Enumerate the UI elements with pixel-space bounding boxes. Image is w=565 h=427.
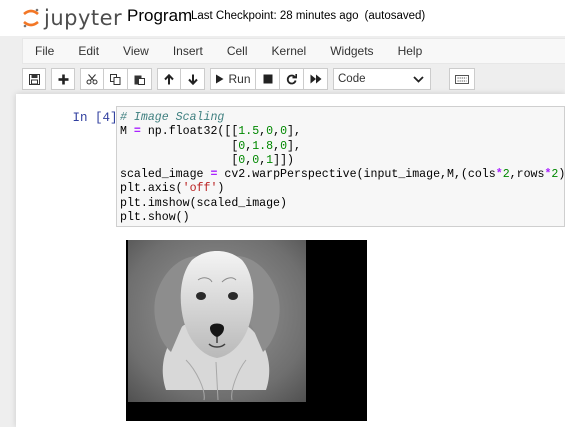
code-token: 2: [502, 168, 510, 182]
code-token: plt.imshow(scaled_image): [120, 196, 287, 210]
code-token: 0: [280, 139, 288, 153]
menu-edit[interactable]: Edit: [66, 38, 111, 64]
menu-help[interactable]: Help: [386, 38, 435, 64]
restart-button[interactable]: [280, 68, 304, 90]
code-line: plt.imshow(scaled_image): [120, 197, 564, 211]
header: jupyter Program Last Checkpoint: 28 minu…: [0, 0, 565, 36]
chevron-down-icon: [413, 75, 424, 83]
move-up-button[interactable]: [157, 68, 181, 90]
menu-insert[interactable]: Insert: [161, 38, 215, 64]
menu-widgets[interactable]: Widgets: [318, 38, 385, 64]
code-token: ],: [287, 125, 301, 139]
code-token: plt.axis(: [120, 182, 183, 196]
code-token: ],: [287, 139, 301, 153]
menu-kernel[interactable]: Kernel: [260, 38, 319, 64]
code-token: ,rows: [509, 168, 545, 182]
stop-icon: [263, 74, 272, 84]
code-token: 1.5: [238, 125, 260, 139]
jupyter-logo-icon: [22, 7, 40, 29]
code-line: plt.show(): [120, 211, 564, 225]
code-token: ): [217, 182, 225, 196]
checkpoint-status: Last Checkpoint: 28 minutes ago (autosave…: [191, 10, 425, 22]
code-token: =: [133, 125, 141, 139]
code-line: plt.axis('off'): [120, 182, 564, 196]
code-line: [0,0,1]]): [120, 154, 564, 168]
code-token: # Image Scaling: [120, 111, 225, 124]
menu-view[interactable]: View: [111, 38, 161, 64]
cut-button[interactable]: [80, 68, 104, 90]
code-token: 0: [280, 125, 288, 139]
code-token: 1.8: [252, 139, 274, 153]
add-cell-button[interactable]: [51, 68, 75, 90]
code-line: scaled_image = cv2.warpPerspective(input…: [120, 168, 564, 182]
logo-text: jupyter: [44, 6, 123, 30]
cell-type-select[interactable]: Code: [333, 68, 431, 90]
save-icon: [28, 73, 40, 85]
fast-forward-icon: [310, 74, 321, 84]
code-line: [0,1.8,0],: [120, 140, 564, 154]
save-button[interactable]: [22, 68, 46, 90]
code-token: scaled_image: [120, 168, 211, 182]
code-token: cv2.warpPerspective(input_image,M,(cols: [217, 168, 496, 182]
menu-cell[interactable]: Cell: [215, 38, 260, 64]
cut-icon: [86, 73, 98, 84]
toolbar: Run Code: [22, 66, 565, 92]
copy-icon: [110, 73, 121, 85]
paste-button[interactable]: [128, 68, 152, 90]
stop-button[interactable]: [256, 68, 280, 90]
jupyter-logo[interactable]: jupyter: [22, 4, 122, 32]
code-token: ]]): [273, 153, 294, 167]
menubar: File Edit View Insert Cell Kernel Widget…: [22, 38, 565, 64]
code-token: [: [120, 139, 239, 153]
add-cell-icon: [58, 74, 68, 84]
run-button[interactable]: Run: [210, 68, 256, 90]
output-image-scaled-dog: [126, 240, 367, 421]
code-line: # Image Scaling: [120, 111, 564, 125]
keyboard-shortcuts-button[interactable]: [449, 68, 475, 90]
move-up-icon: [164, 73, 174, 84]
code-editor[interactable]: # Image Scaling M = np.float32([[1.5,0,0]…: [116, 106, 565, 227]
code-line: M = np.float32([[1.5,0,0],: [120, 125, 564, 139]
paste-icon: [134, 75, 145, 85]
fast-forward-button[interactable]: [304, 68, 328, 90]
copy-button[interactable]: [104, 68, 128, 90]
code-token: M: [120, 125, 134, 139]
keyboard-icon: [455, 74, 469, 84]
code-token: plt.show(): [120, 211, 190, 225]
run-label: Run: [228, 72, 251, 86]
autosave-status: (autosaved): [364, 10, 426, 22]
checkpoint-text: Last Checkpoint: 28 minutes ago: [191, 10, 359, 22]
move-down-button[interactable]: [181, 68, 205, 90]
cell-type-value: Code: [338, 73, 366, 85]
code-token: np.float32([[: [140, 125, 239, 139]
run-icon: [216, 74, 224, 84]
menu-file[interactable]: File: [23, 38, 66, 64]
notebook-name[interactable]: Program: [127, 6, 192, 26]
move-down-icon: [187, 74, 198, 85]
code-token: *: [495, 168, 503, 182]
code-token: 'off': [182, 182, 218, 196]
code-token: [: [120, 153, 239, 167]
notebook-container: In [4]: # Image Scaling M = np.float32([[…: [16, 94, 565, 427]
restart-icon: [286, 73, 297, 84]
code-token: )): [558, 168, 565, 182]
